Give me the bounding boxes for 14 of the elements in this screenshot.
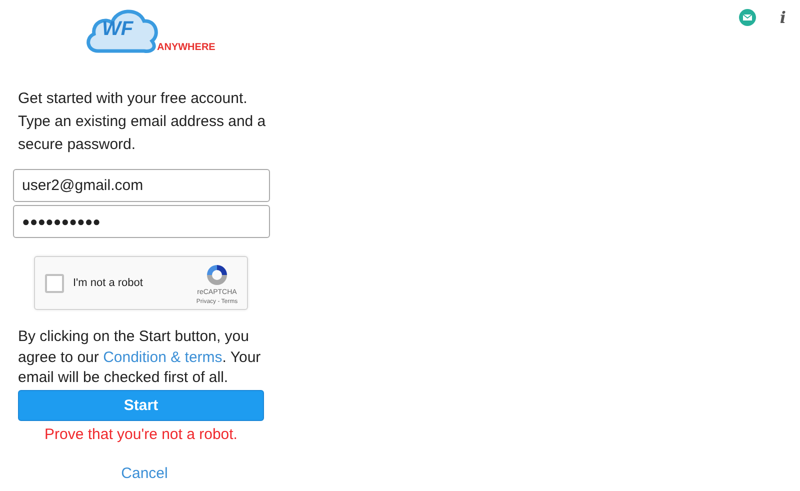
logo-mark: WF [102, 18, 134, 41]
agreement-text: By clicking on the Start button, you agree to our Condition & terms. Your email will be checked first of all. [18, 327, 262, 388]
mail-icon[interactable] [738, 8, 756, 26]
start-button[interactable]: Start [18, 390, 264, 420]
intro-text: Get started with your free account. Type an existing email address and a secure password. [18, 89, 267, 155]
error-message: Prove that you're not a robot. [44, 426, 238, 442]
terms-link[interactable]: Condition & terms [103, 348, 222, 366]
captcha-checkbox[interactable] [45, 274, 64, 292]
password-field[interactable]: ●●●●●●●●●● [13, 205, 270, 238]
email-field[interactable]: user2@gmail.com [13, 169, 270, 202]
cancel-link[interactable]: Cancel [121, 464, 168, 482]
logo-tagline: ANYWHERE [157, 42, 216, 53]
captcha-label: I'm not a robot [73, 277, 144, 289]
info-icon[interactable]: i [780, 8, 786, 26]
